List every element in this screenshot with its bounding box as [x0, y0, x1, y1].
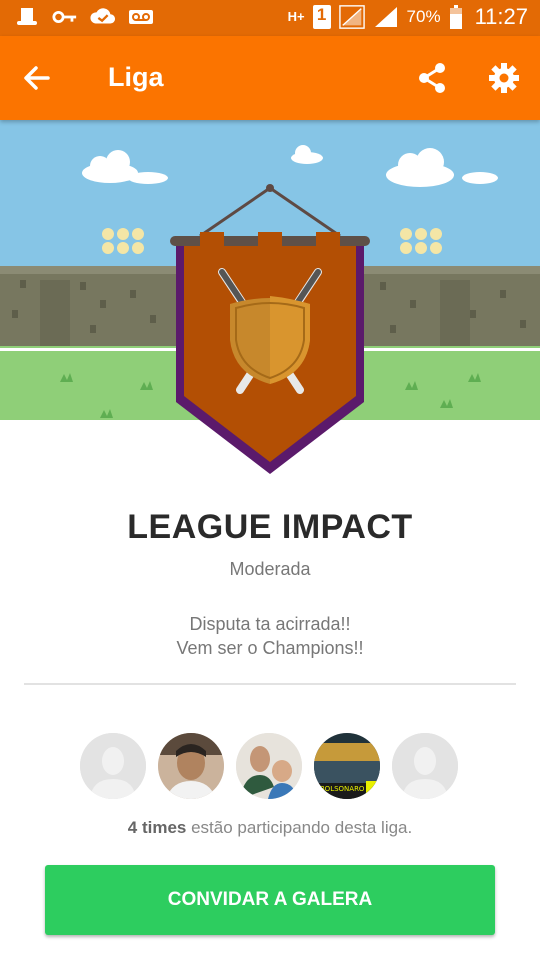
participants-text: 4 times estão participando desta liga. — [0, 818, 540, 838]
avatar-user-photo[interactable] — [236, 733, 302, 799]
cloud-check-icon — [90, 6, 116, 28]
league-crest — [0, 180, 540, 480]
participants-count: 4 times — [127, 818, 187, 837]
network-type: H+ — [287, 9, 305, 24]
description-line-2: Vem ser o Champions!! — [176, 638, 364, 658]
app-bar: Liga — [0, 36, 540, 120]
status-bar: H+ 1 70% 11:27 — [0, 0, 540, 36]
settings-button[interactable] — [484, 58, 524, 98]
page-title: Liga — [108, 62, 164, 92]
battery-percent: 70% — [406, 7, 441, 26]
share-icon — [419, 63, 445, 93]
key-icon — [52, 6, 78, 28]
divider — [24, 683, 516, 685]
league-description: Disputa ta acirrada!! Vem ser o Champion… — [0, 612, 540, 660]
league-name: LEAGUE IMPACT — [127, 508, 413, 546]
back-button[interactable] — [16, 58, 56, 98]
avatar-default[interactable] — [392, 733, 458, 799]
avatar-user-photo[interactable]: BOLSONARO — [314, 733, 380, 799]
hat-icon — [14, 6, 40, 28]
status-right: H+ 1 70% 11:27 — [288, 4, 528, 30]
league-type: Moderada — [229, 559, 311, 579]
share-button[interactable] — [412, 58, 452, 98]
voicemail-icon — [128, 6, 154, 28]
participant-avatars: BOLSONARO — [80, 733, 460, 799]
invite-button[interactable]: CONVIDAR A GALERA — [45, 865, 495, 935]
back-arrow-icon — [24, 66, 50, 90]
svg-text:BOLSONARO: BOLSONARO — [320, 785, 365, 793]
signal-bars-icon — [373, 6, 399, 28]
battery-icon — [449, 5, 463, 29]
settings-gear-icon — [489, 63, 519, 93]
avatar-default[interactable] — [80, 733, 146, 799]
clock: 11:27 — [474, 4, 528, 29]
sim-badge: 1 — [312, 5, 331, 29]
avatar-user-photo[interactable] — [158, 733, 224, 799]
status-left-icons — [14, 6, 154, 28]
description-line-1: Disputa ta acirrada!! — [189, 614, 351, 634]
participants-label: estão participando desta liga. — [186, 818, 413, 837]
signal-icon — [338, 5, 365, 29]
